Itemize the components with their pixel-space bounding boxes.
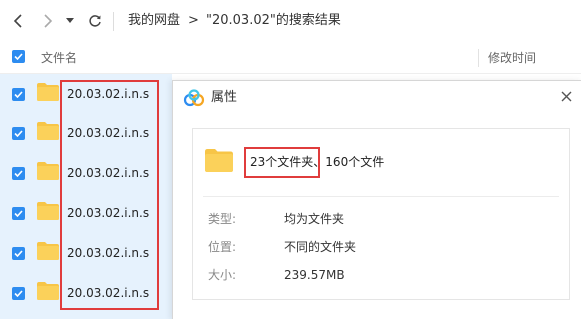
size-value: 239.57MB bbox=[284, 268, 345, 282]
file-name[interactable]: 20.03.02.i.n.s bbox=[67, 245, 149, 261]
forward-icon bbox=[44, 14, 53, 28]
dialog-title: 属性 bbox=[211, 90, 238, 105]
folder-icon bbox=[37, 242, 59, 260]
summary-separator: 、 bbox=[313, 155, 326, 169]
panel-divider bbox=[203, 196, 559, 197]
row-checkbox[interactable] bbox=[12, 207, 25, 220]
row-checkbox[interactable] bbox=[12, 247, 25, 260]
toolbar-divider bbox=[113, 12, 114, 31]
column-header: 文件名 修改时间 bbox=[0, 43, 581, 74]
refresh-icon bbox=[89, 15, 101, 27]
folder-icon bbox=[37, 162, 59, 180]
file-name[interactable]: 20.03.02.i.n.s bbox=[67, 285, 149, 301]
selection-summary: 23个文件夹、160个文件 bbox=[250, 154, 384, 170]
folder-icon bbox=[205, 149, 233, 172]
dialog-titlebar[interactable]: 属性 bbox=[173, 81, 581, 115]
history-dropdown[interactable] bbox=[63, 10, 77, 32]
row-checkbox[interactable] bbox=[12, 127, 25, 140]
back-icon bbox=[13, 14, 22, 28]
cloud-logo-icon bbox=[183, 89, 205, 107]
refresh-button[interactable] bbox=[84, 10, 106, 32]
column-modified-time[interactable]: 修改时间 bbox=[488, 50, 536, 66]
folder-icon bbox=[37, 83, 59, 101]
search-results-window: 我的网盘 > "20.03.02"的搜索结果 文件名 修改时间 20.03.02… bbox=[0, 0, 581, 319]
dialog-close-button[interactable] bbox=[557, 87, 575, 105]
checkbox-icon bbox=[14, 250, 23, 257]
dropdown-icon bbox=[66, 18, 74, 23]
file-list: 20.03.02.i.n.s 20.03.02.i.n.s 20.03.02.i… bbox=[0, 74, 172, 319]
list-item[interactable]: 20.03.02.i.n.s bbox=[0, 233, 172, 273]
location-label: 位置: bbox=[208, 240, 237, 254]
file-name[interactable]: 20.03.02.i.n.s bbox=[67, 205, 149, 221]
summary-folders: 23个文件夹 bbox=[250, 155, 314, 169]
select-all-checkbox[interactable] bbox=[12, 50, 25, 63]
file-name[interactable]: 20.03.02.i.n.s bbox=[67, 125, 149, 141]
breadcrumb-root[interactable]: 我的网盘 bbox=[128, 13, 180, 29]
checkbox-icon bbox=[14, 91, 23, 98]
location-value: 不同的文件夹 bbox=[284, 240, 357, 254]
file-name[interactable]: 20.03.02.i.n.s bbox=[67, 165, 149, 181]
back-button[interactable] bbox=[8, 10, 30, 32]
type-label: 类型: bbox=[208, 212, 237, 226]
row-checkbox[interactable] bbox=[12, 167, 25, 180]
row-checkbox[interactable] bbox=[12, 287, 25, 300]
column-name[interactable]: 文件名 bbox=[41, 50, 77, 66]
summary-files: 160个文件 bbox=[325, 155, 385, 169]
breadcrumb-separator: > bbox=[188, 13, 199, 28]
forward-button[interactable] bbox=[36, 10, 58, 32]
checkbox-icon bbox=[14, 130, 23, 137]
type-value: 均为文件夹 bbox=[284, 212, 345, 226]
toolbar: 我的网盘 > "20.03.02"的搜索结果 bbox=[0, 0, 581, 44]
close-icon bbox=[561, 91, 571, 101]
folder-icon bbox=[37, 122, 59, 140]
size-label: 大小: bbox=[208, 268, 237, 282]
folder-icon bbox=[37, 202, 59, 220]
list-item[interactable]: 20.03.02.i.n.s bbox=[0, 193, 172, 233]
list-item[interactable]: 20.03.02.i.n.s bbox=[0, 74, 172, 114]
row-checkbox[interactable] bbox=[12, 88, 25, 101]
list-item[interactable]: 20.03.02.i.n.s bbox=[0, 273, 172, 313]
checkbox-icon bbox=[14, 210, 23, 217]
properties-panel: 23个文件夹、160个文件 类型: 均为文件夹 位置: 不同的文件夹 大小: 2… bbox=[192, 128, 570, 300]
checkbox-icon bbox=[12, 50, 25, 63]
folder-icon bbox=[37, 282, 59, 300]
properties-dialog: 属性 23个文件夹、160个文件 类型: 均为文件夹 位置: 不同的文件夹 大小… bbox=[172, 80, 581, 319]
checkbox-icon bbox=[14, 290, 23, 297]
checkbox-icon bbox=[14, 170, 23, 177]
file-name[interactable]: 20.03.02.i.n.s bbox=[67, 86, 149, 102]
breadcrumb-current: "20.03.02"的搜索结果 bbox=[206, 13, 341, 28]
column-divider[interactable] bbox=[478, 49, 479, 67]
list-item[interactable]: 20.03.02.i.n.s bbox=[0, 153, 172, 193]
list-item[interactable]: 20.03.02.i.n.s bbox=[0, 113, 172, 153]
